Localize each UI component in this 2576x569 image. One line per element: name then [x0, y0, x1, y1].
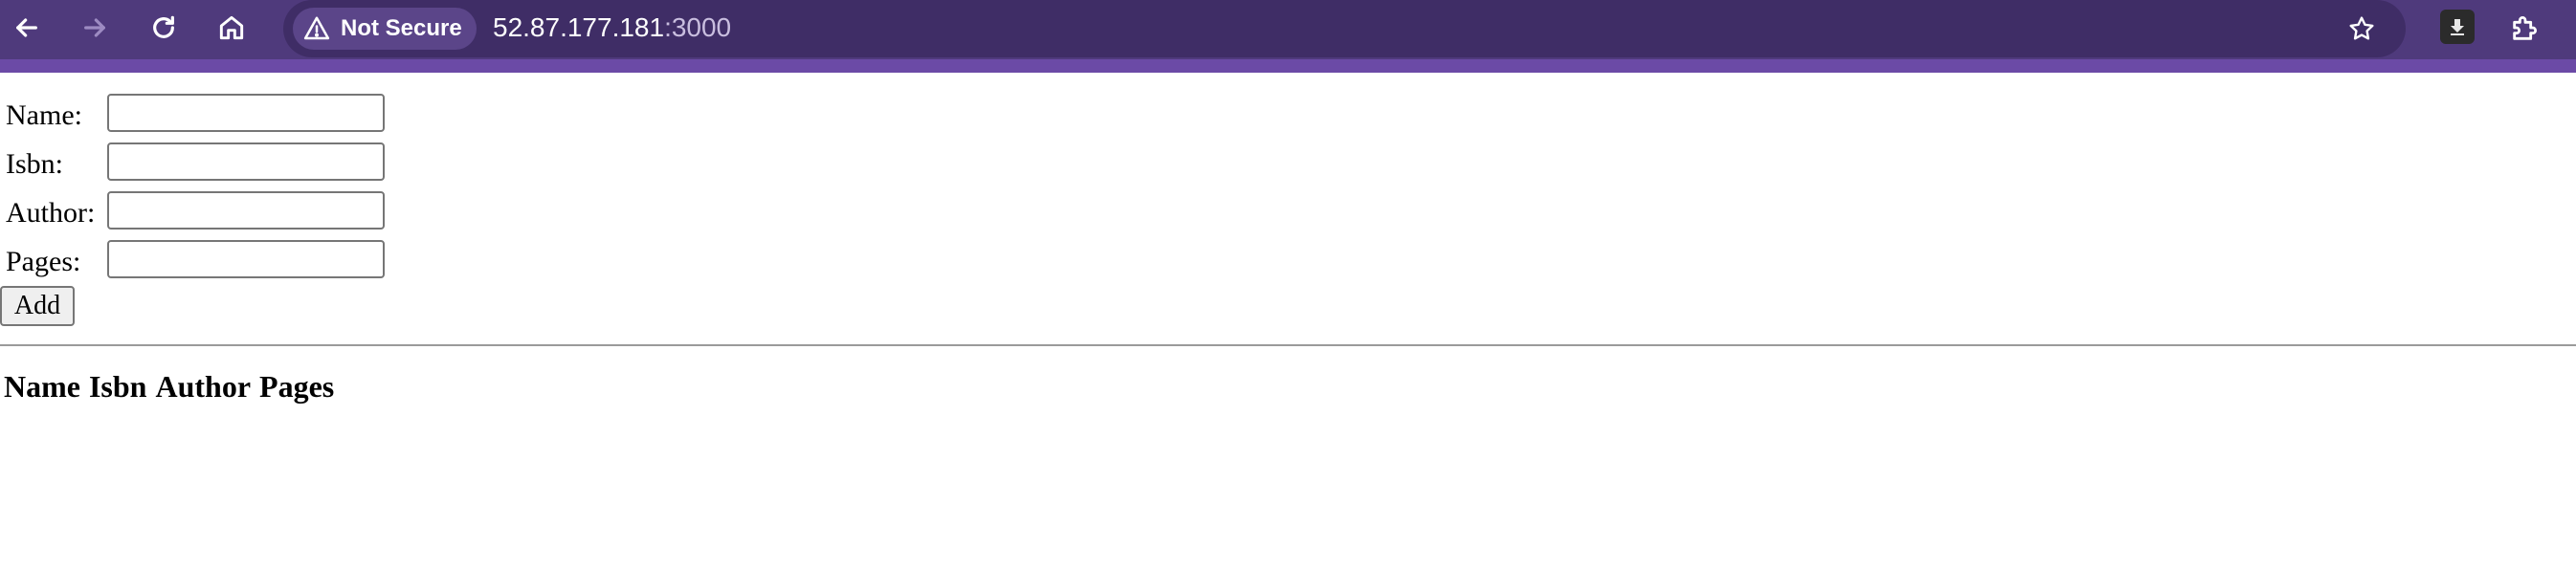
bookmark-star-icon — [2349, 16, 2374, 40]
name-label: Name: — [6, 99, 82, 131]
url-port: :3000 — [664, 12, 732, 42]
extensions-icon — [2513, 16, 2537, 40]
back-arrow-icon — [16, 18, 37, 37]
bookmark-button[interactable] — [2341, 8, 2383, 50]
isbn-input[interactable] — [107, 142, 385, 181]
form-row-pages: Pages: — [4, 240, 406, 282]
toolbar-accent-strip — [0, 59, 2576, 73]
name-input[interactable] — [107, 94, 385, 132]
security-label: Not Secure — [341, 15, 462, 41]
extensions-button[interactable] — [2503, 6, 2547, 50]
add-button[interactable]: Add — [0, 286, 75, 326]
form-row-author: Author: — [4, 191, 406, 233]
forward-button[interactable] — [73, 6, 117, 50]
security-indicator[interactable]: Not Secure — [293, 8, 477, 50]
forward-arrow-icon — [84, 18, 105, 37]
reload-button[interactable] — [142, 6, 186, 50]
form-row-name: Name: — [4, 94, 406, 136]
download-button[interactable] — [2440, 10, 2475, 44]
home-button[interactable] — [210, 6, 254, 50]
column-header-author: Author — [155, 369, 252, 404]
books-table-header: Name Isbn Author Pages — [4, 368, 343, 405]
reload-icon — [153, 15, 174, 38]
back-button[interactable] — [5, 6, 49, 50]
pages-label: Pages: — [6, 246, 81, 277]
horizontal-rule — [0, 344, 2576, 346]
column-header-isbn: Isbn — [88, 369, 147, 404]
column-header-name: Name — [4, 369, 80, 404]
column-header-pages: Pages — [259, 369, 335, 404]
form-row-isbn: Isbn: — [4, 142, 406, 185]
author-label: Author: — [6, 197, 96, 229]
download-icon — [2451, 19, 2464, 35]
author-input[interactable] — [107, 191, 385, 230]
url-host: 52.87.177.181 — [493, 12, 665, 42]
home-icon — [219, 15, 244, 40]
pages-input[interactable] — [107, 240, 385, 278]
page-content: Name: Isbn: Author: Pages: Add Name Isbn A… — [0, 73, 2576, 569]
url-text[interactable]: 52.87.177.181:3000 — [493, 11, 731, 44]
isbn-label: Isbn: — [6, 148, 63, 180]
warning-icon — [303, 16, 330, 40]
